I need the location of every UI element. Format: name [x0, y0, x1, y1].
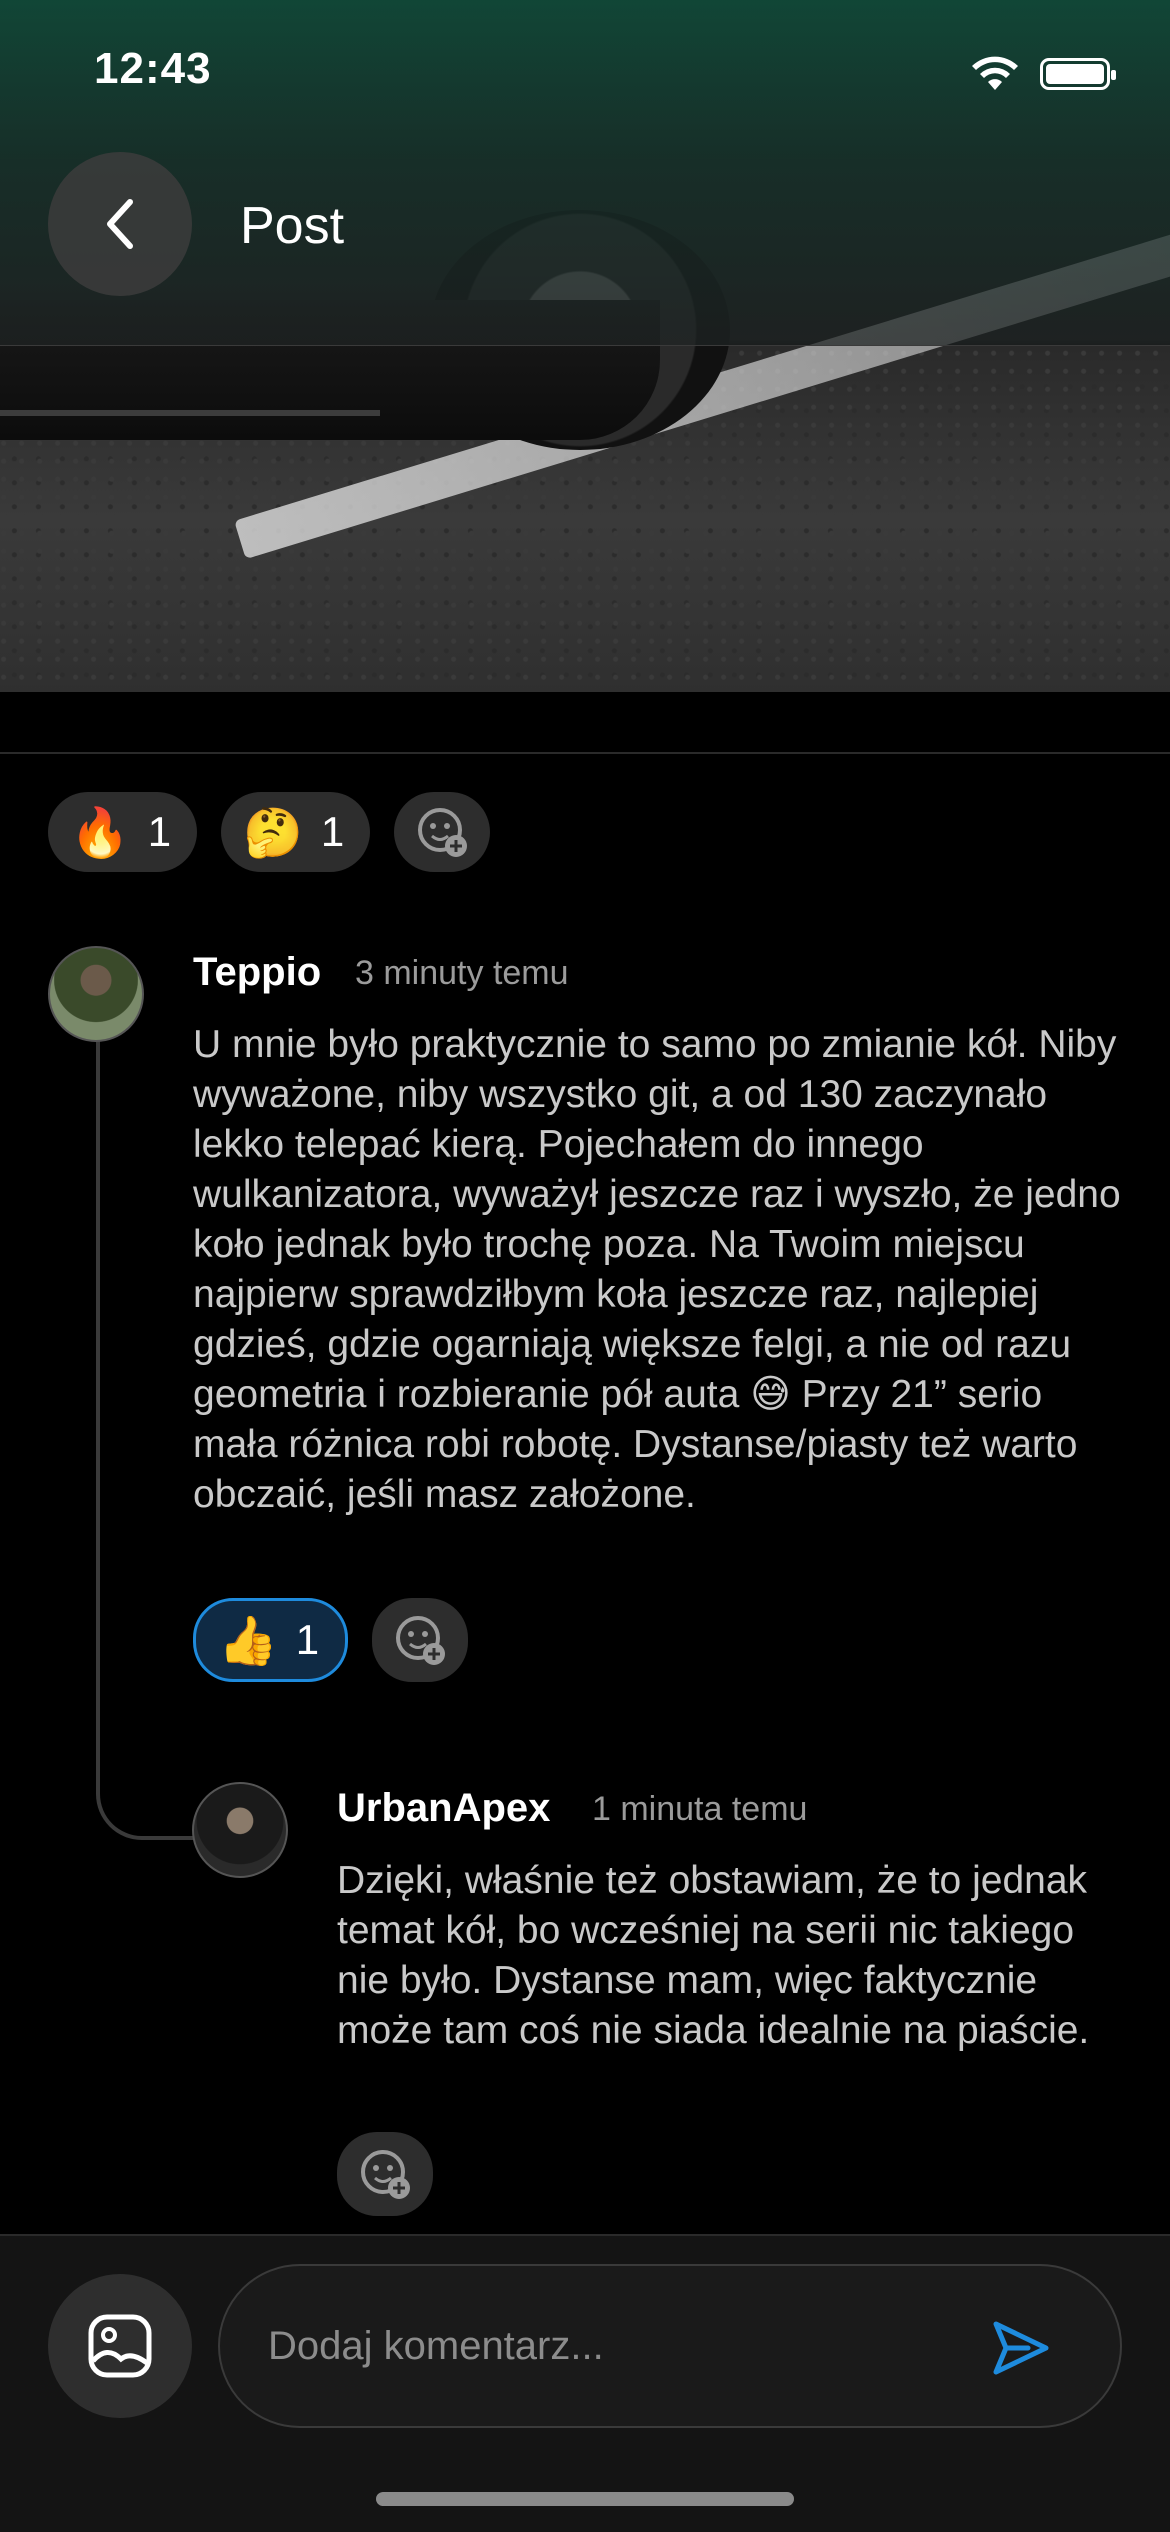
- reaction-fire[interactable]: 🔥 1: [48, 792, 198, 872]
- reaction-count: 1: [320, 808, 345, 855]
- add-emoji-icon: [361, 2150, 410, 2199]
- comment-input[interactable]: [268, 2266, 948, 2426]
- attach-image-button[interactable]: [48, 2274, 192, 2418]
- home-indicator: [376, 2492, 794, 2506]
- add-reaction-button[interactable]: [372, 1598, 469, 1682]
- battery-icon: [1040, 58, 1116, 90]
- reaction-thinking[interactable]: 🤔 1: [221, 792, 371, 872]
- thumbs-up-emoji: 👍: [218, 1614, 278, 1668]
- send-icon[interactable]: [988, 2316, 1052, 2380]
- comment-time: 1 minuta temu: [592, 1790, 808, 1828]
- avatar[interactable]: [192, 1782, 288, 1878]
- wifi-icon: [972, 56, 1018, 90]
- section-divider: [0, 752, 1170, 754]
- comment-time: 3 minuty temu: [355, 954, 569, 992]
- back-button[interactable]: [48, 152, 192, 296]
- car-splitter: [0, 410, 380, 416]
- add-reaction-button[interactable]: [394, 792, 491, 872]
- status-icons: [970, 56, 1116, 92]
- add-emoji-icon: [396, 1616, 446, 1665]
- comment-author[interactable]: UrbanApex: [337, 1786, 550, 1831]
- add-emoji-icon: [418, 808, 468, 857]
- reaction-count: 1: [295, 1616, 320, 1663]
- image-icon: [88, 2314, 152, 2378]
- comment-text: U mnie było praktycznie to samo po zmian…: [193, 1023, 1121, 1516]
- status-time: 12:43: [94, 44, 212, 93]
- top-header: 12:43 Post: [0, 0, 1170, 346]
- chevron-left-icon: [107, 199, 133, 249]
- comment-field[interactable]: [218, 2264, 1122, 2428]
- reply-thread-line: [96, 1040, 196, 1840]
- comment-author[interactable]: Teppio: [193, 950, 321, 995]
- reaction-count: 1: [147, 808, 172, 855]
- comment-reactions: 👍 1: [193, 1598, 469, 1682]
- page-title: Post: [240, 197, 345, 255]
- thinking-emoji: 🤔: [243, 806, 303, 860]
- add-reaction-button[interactable]: [337, 2132, 433, 2216]
- post-reactions: 🔥 1 🤔 1: [48, 792, 491, 872]
- fire-emoji: 🔥: [70, 806, 130, 860]
- reaction-thumbs-up[interactable]: 👍 1: [193, 1598, 349, 1682]
- comment-text: Dzięki, właśnie też obstawiam, że to jed…: [337, 1859, 1090, 2052]
- avatar[interactable]: [48, 946, 144, 1042]
